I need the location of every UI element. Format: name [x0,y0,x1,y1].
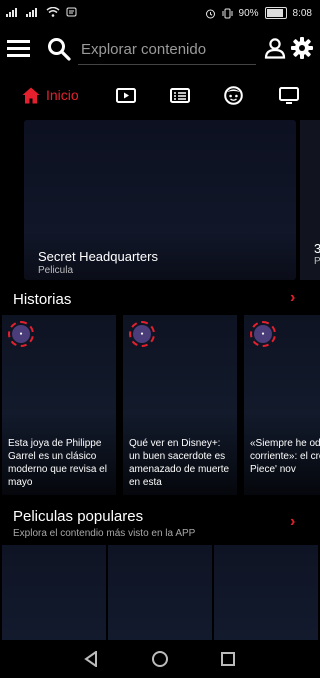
search-icon[interactable] [47,37,71,61]
signal-icon-2 [26,7,40,17]
user-icon[interactable] [264,37,286,59]
section-title-populares: Peliculas populares [13,508,144,525]
hero-next-title: 3 [314,241,320,256]
avatar-logo-icon: ● [133,325,151,343]
tab-inicio[interactable]: Inicio [22,82,79,108]
tab-tv[interactable] [279,82,299,108]
recent-apps-icon[interactable] [221,652,235,666]
vibrate-icon [222,8,233,18]
hero-title: Secret Headquarters [38,249,158,264]
list-icon [170,87,190,103]
system-navbar [0,642,320,678]
tv-icon [279,86,299,104]
gear-icon[interactable] [290,36,314,60]
section-subtitle-populares: Explora el contendio más visto en la APP [13,528,196,539]
tab-list[interactable] [170,82,190,108]
alarm-icon [205,9,215,18]
hero-next-subtitle: P [314,256,320,267]
search-input[interactable] [78,34,256,65]
home-nav-icon[interactable] [152,651,168,667]
story-card[interactable]: ● Qué ver en Disney+: un buen sacerdote … [123,315,237,495]
menu-icon[interactable] [7,40,30,58]
story-avatar: ● [8,321,34,347]
battery-icon [264,7,287,19]
popular-card[interactable] [214,545,318,640]
popular-card[interactable] [2,545,106,640]
battery-percent: 90% [238,7,259,19]
clock: 8:08 [292,7,312,19]
section-title-historias: Historias [13,291,72,308]
top-bar [0,28,320,72]
status-bar: 90% 8:08 [0,0,320,28]
status-left [6,7,77,17]
wifi-icon [46,7,60,17]
hero-subtitle: Pelicula [38,265,74,276]
tab-inicio-label: Inicio [46,87,79,103]
kids-face-icon [224,85,243,105]
status-right: 90% 8:08 [205,7,312,19]
story-text: Qué ver en Disney+: un buen sacerdote es… [129,438,230,488]
tab-movies[interactable] [116,82,136,108]
chevron-right-icon[interactable]: › [290,513,295,531]
avatar-logo-icon: ● [254,325,272,343]
story-text: Esta joya de Philippe Garrel es un clási… [8,438,107,488]
popular-card[interactable] [108,545,212,640]
home-icon [22,87,40,103]
category-tabs: Inicio [0,78,320,114]
chevron-right-icon[interactable]: › [290,289,295,307]
back-icon[interactable] [84,651,98,667]
avatar-logo-icon: ● [12,325,30,343]
story-avatar: ● [129,321,155,347]
tab-kids[interactable] [224,82,243,108]
play-icon [116,87,136,103]
story-card[interactable]: ● Esta joya de Philippe Garrel es un clá… [2,315,116,495]
story-text: «Siempre he odi corriente»: el cre 'One … [250,438,320,475]
story-card[interactable]: ● «Siempre he odi corriente»: el cre 'On… [244,315,320,495]
signal-icon [6,7,20,17]
notification-icon [66,7,77,17]
story-avatar: ● [250,321,276,347]
